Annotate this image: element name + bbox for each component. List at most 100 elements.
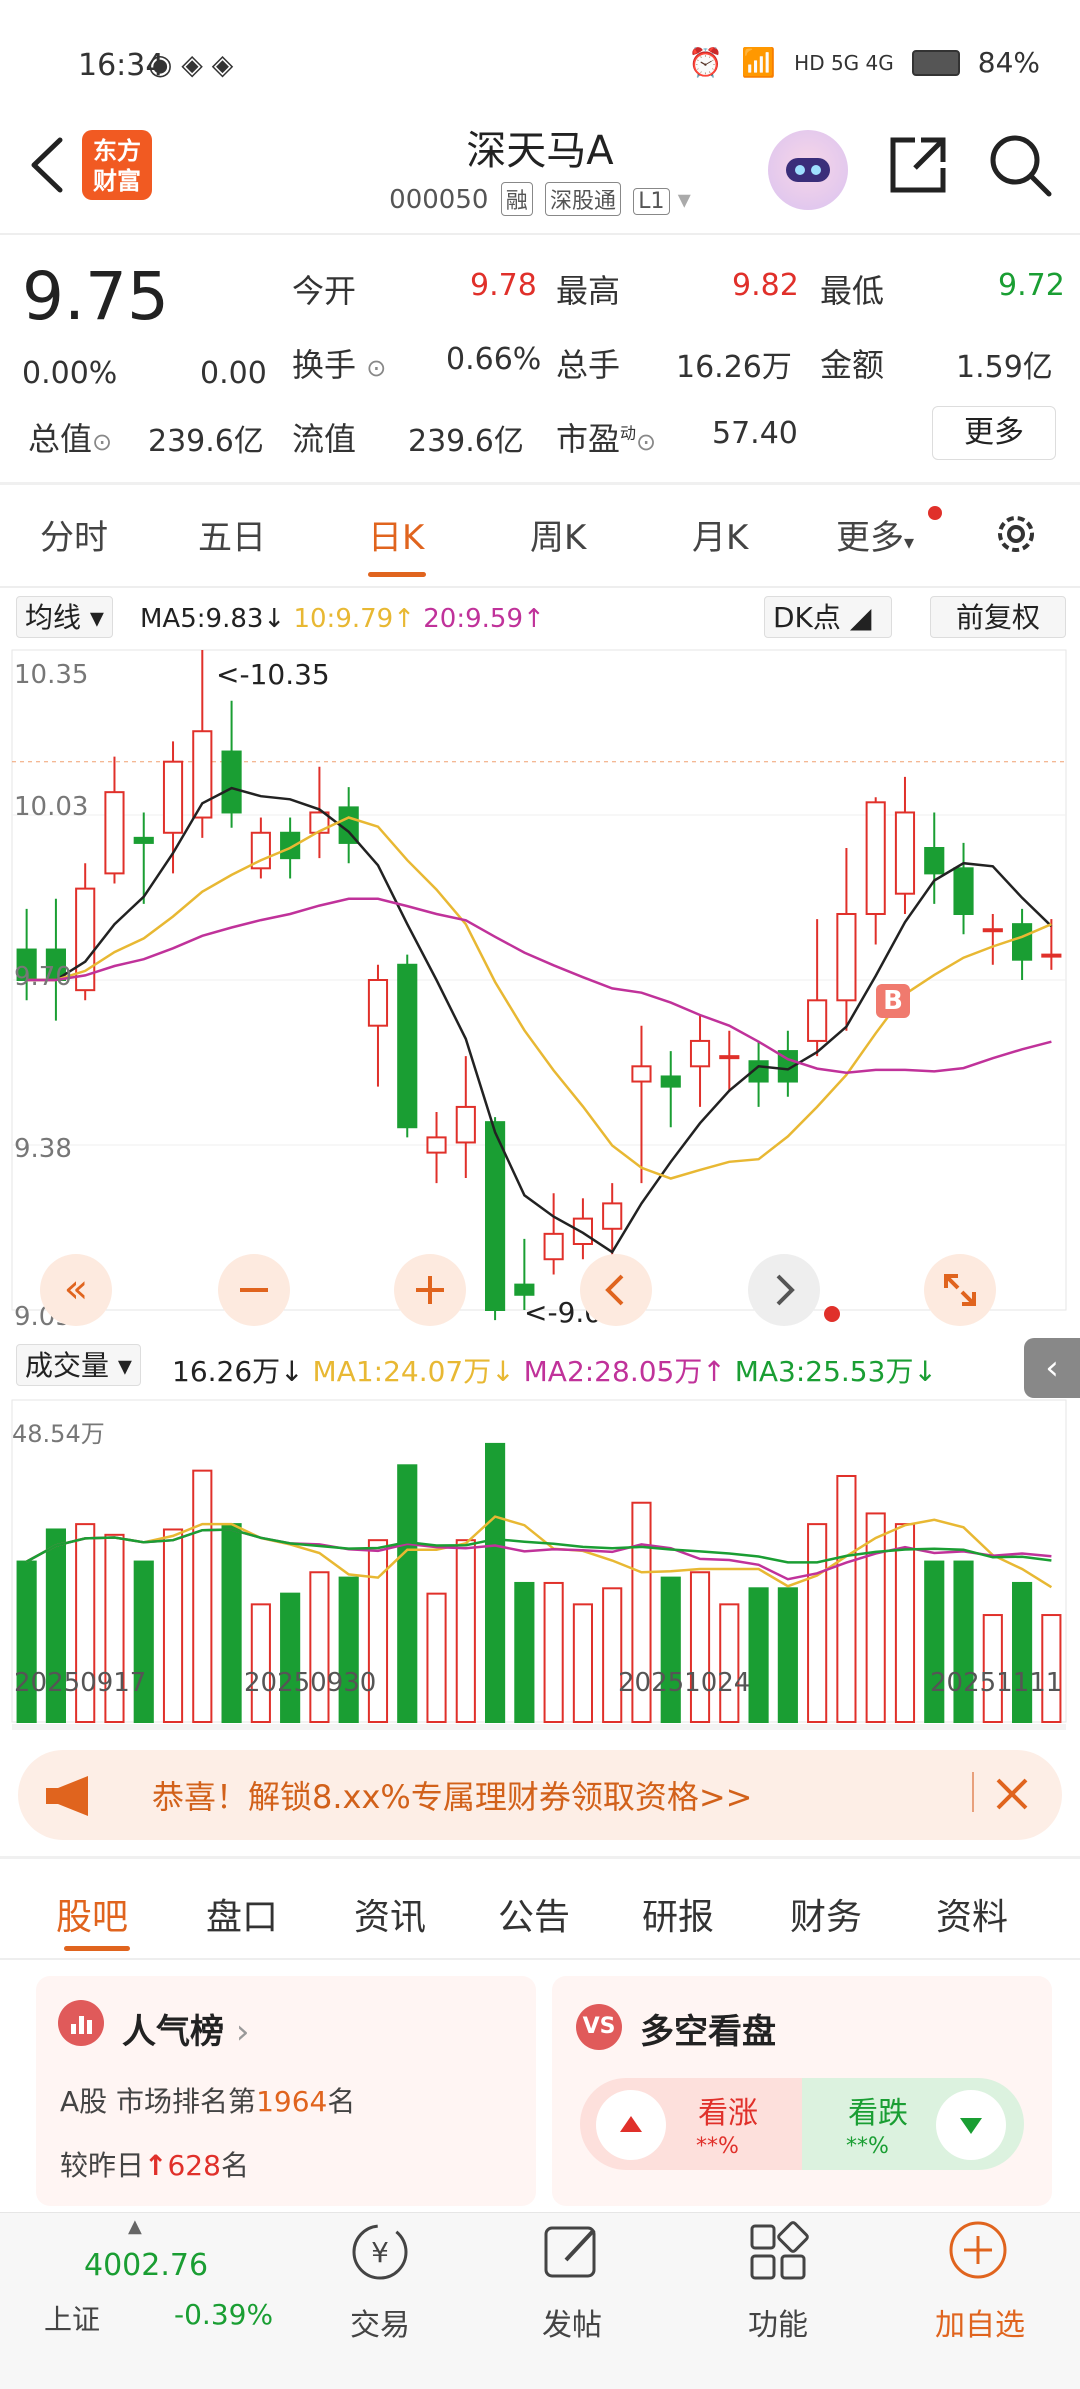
candle-body [162, 760, 184, 834]
candle-body [1012, 923, 1033, 961]
search-icon[interactable] [985, 130, 1055, 200]
stock-code: 000050 [389, 185, 489, 215]
more-quote-button[interactable]: 更多 [932, 406, 1056, 460]
tab-intraday[interactable]: 分时 [40, 510, 108, 559]
tab-research[interactable]: 研报 [642, 1888, 714, 1940]
trade-label[interactable]: 交易 [320, 2300, 440, 2344]
candle-body [807, 999, 828, 1042]
active-tab-indicator [368, 572, 426, 577]
mktcap-label: 总值⊙ [28, 414, 112, 460]
collapse-panel-icon[interactable]: ‹ [1024, 1338, 1080, 1398]
y-label-2: 10.03 [14, 792, 89, 822]
scroll-left-icon[interactable] [580, 1254, 652, 1326]
scroll-left-fast-icon[interactable]: « [40, 1254, 112, 1326]
info-icon[interactable]: ⊙ [92, 428, 112, 456]
float-value: 239.6亿 [408, 424, 524, 459]
caret-down-icon: ▾ [904, 530, 915, 554]
triangle-down-icon[interactable] [936, 2090, 1006, 2160]
info-icon[interactable]: ⊙ [366, 354, 386, 382]
assistant-avatar[interactable] [768, 130, 848, 210]
delta-value: 628 [167, 2149, 221, 2182]
tab-news[interactable]: 资讯 [354, 1888, 426, 1940]
popularity-rank-line: A股 市场排名第1964名 [60, 2080, 355, 2120]
functions-label[interactable]: 功能 [718, 2300, 838, 2344]
volume-bar [572, 1603, 593, 1723]
index-value[interactable]: 4002.76 [84, 2248, 208, 2283]
volume-bar [865, 1512, 886, 1724]
tab-forum[interactable]: 股吧 [56, 1888, 128, 1940]
popularity-title[interactable]: 人气榜 › [122, 2004, 249, 2053]
buy-marker[interactable]: B [876, 984, 910, 1018]
divider [0, 482, 1080, 485]
add-watchlist-icon[interactable] [946, 2218, 1010, 2282]
volume-bar [543, 1581, 564, 1724]
kline-chart[interactable] [0, 640, 1080, 1730]
candle-body [631, 1065, 652, 1083]
info-icon[interactable]: ⊙ [636, 428, 656, 456]
share-icon[interactable] [885, 132, 951, 198]
volume-select[interactable]: 成交量 ▾ [16, 1344, 141, 1386]
rank-value: 1964 [256, 2085, 328, 2118]
tab-daily-k[interactable]: 日K [368, 510, 424, 559]
promo-text[interactable]: 恭喜！解锁8.xx%专属理财券领取资格>> [152, 1772, 752, 1818]
index-name[interactable]: 上证 [44, 2298, 100, 2338]
divider [972, 1772, 974, 1812]
volume-bar [162, 1528, 184, 1723]
ma-select[interactable]: 均线 ▾ [16, 596, 113, 638]
volume-bar [719, 1603, 740, 1723]
fullscreen-icon[interactable] [924, 1254, 996, 1326]
tab-orderbook[interactable]: 盘口 [206, 1888, 278, 1940]
tab-profile[interactable]: 资料 [936, 1888, 1008, 1940]
candle-body [719, 1055, 740, 1060]
record-dot [824, 1306, 840, 1322]
float-label: 流值 [292, 420, 357, 458]
ma-select-box[interactable]: 均线 ▾ [16, 596, 113, 638]
adjust-select[interactable]: 前复权 [930, 596, 1066, 638]
candle-body [221, 750, 242, 814]
pe-label-text: 市盈 [556, 420, 621, 458]
volume-select-box[interactable]: 成交量 ▾ [16, 1344, 141, 1386]
divider [0, 1958, 1080, 1960]
volume-bar [602, 1587, 623, 1723]
candle-body [455, 1105, 476, 1144]
bullish-pct: **% [696, 2134, 739, 2159]
scroll-right-icon[interactable] [748, 1254, 820, 1326]
tab-five-day[interactable]: 五日 [198, 510, 266, 559]
ma-values: MA5:9.83↓ 10:9.79↑ 20:9.59↑ [140, 604, 545, 634]
volume-bar [192, 1469, 213, 1724]
zoom-out-icon[interactable] [218, 1254, 290, 1326]
close-icon[interactable] [990, 1772, 1034, 1816]
candle-body [689, 1039, 711, 1068]
divider [0, 586, 1080, 588]
volume-bar [514, 1581, 535, 1724]
triangle-up-icon[interactable] [596, 2090, 666, 2160]
index-change[interactable]: -0.39% [174, 2298, 273, 2331]
tab-monthly-k[interactable]: 月K [692, 510, 748, 559]
y-label-high: 10.35 [14, 660, 89, 690]
tab-more[interactable]: 更多▾ [836, 510, 914, 559]
tab-weekly-k[interactable]: 周K [530, 510, 586, 559]
caret-up-icon[interactable]: ▲ [128, 2216, 142, 2237]
tab-financials[interactable]: 财务 [790, 1888, 862, 1940]
dk-point-select[interactable]: DK点 ◢ [764, 596, 892, 638]
chevron-down-icon[interactable]: ▾ [678, 185, 691, 215]
arrow-up-icon: ↑ [144, 2149, 168, 2182]
candle-body [924, 847, 945, 875]
delta-prefix: 较昨日 [60, 2149, 145, 2182]
turnover-value: 0.66% [446, 342, 542, 377]
x-date-2: 20250930 [244, 1668, 377, 1698]
divider [0, 233, 1080, 235]
volume-bar [807, 1523, 828, 1723]
volume-select-label: 成交量 [25, 1349, 110, 1382]
zoom-in-icon[interactable] [394, 1254, 466, 1326]
settings-gear-icon[interactable] [990, 508, 1042, 560]
trade-icon[interactable]: ¥ [340, 2220, 420, 2284]
post-label[interactable]: 发帖 [512, 2300, 632, 2344]
candle-body [485, 1121, 506, 1311]
post-edit-icon[interactable] [540, 2220, 604, 2284]
add-watchlist-label[interactable]: 加自选 [910, 2300, 1050, 2344]
functions-grid-icon[interactable] [746, 2220, 810, 2284]
tab-announcements[interactable]: 公告 [498, 1888, 570, 1940]
megaphone-icon [44, 1774, 96, 1818]
current-price: 9.75 [22, 258, 169, 335]
